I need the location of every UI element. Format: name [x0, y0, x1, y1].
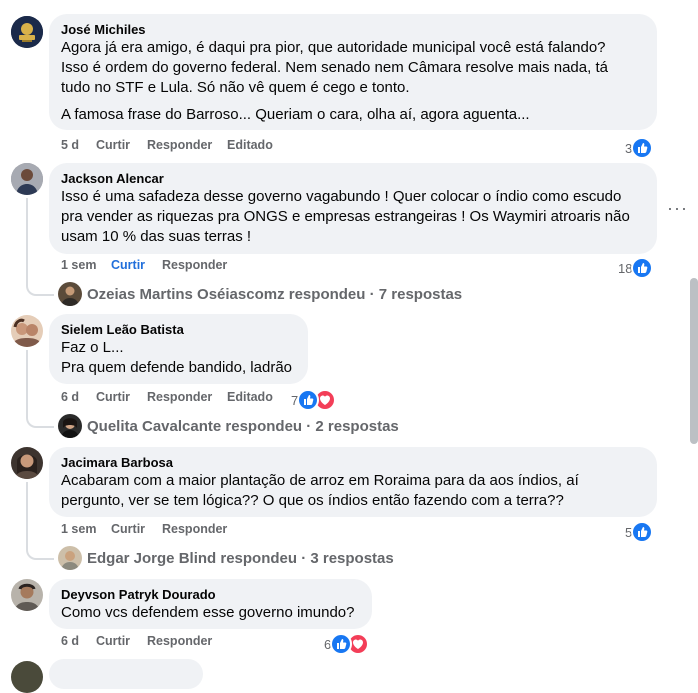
like-icon: [297, 389, 320, 411]
comment-bubble: Jacimara Barbosa Acabaram com a maior pl…: [49, 447, 657, 517]
comment-text: Agora já era amigo, é daqui pra pior, qu…: [61, 39, 606, 56]
comment-bubble: José Michiles Agora já era amigo, é daqu…: [49, 14, 657, 130]
view-replies-link[interactable]: Ozeias Martins Oséiascomz respondeu · 7 …: [58, 282, 462, 306]
comment-bubble: Sielem Leão Batista Faz o L... Pra quem …: [49, 314, 308, 384]
replies-summary: Ozeias Martins Oséiascomz respondeu · 7 …: [87, 285, 463, 303]
comment-text: pergunto, ver se tem lógica?? O que os í…: [61, 492, 564, 509]
reply-avatar: [58, 282, 82, 306]
like-link[interactable]: Curtir: [111, 522, 145, 536]
reply-link[interactable]: Responder: [162, 258, 227, 272]
more-options-icon[interactable]: ···: [667, 198, 688, 219]
comment-time[interactable]: 6 d: [61, 634, 79, 648]
comment-text: Como vcs defendem esse governo imundo?: [61, 604, 355, 621]
avatar[interactable]: [11, 315, 43, 347]
reaction-count[interactable]: 7: [291, 389, 337, 411]
like-link[interactable]: Curtir: [96, 138, 130, 152]
like-icon: [631, 257, 654, 279]
like-link[interactable]: Curtir: [111, 258, 145, 272]
avatar[interactable]: [11, 16, 43, 48]
comment-time[interactable]: 1 sem: [61, 258, 96, 272]
reaction-count[interactable]: 5: [625, 521, 654, 543]
avatar[interactable]: [11, 661, 43, 693]
avatar[interactable]: [11, 579, 43, 611]
avatar[interactable]: [11, 163, 43, 195]
view-replies-link[interactable]: Quelita Cavalcante respondeu · 2 respost…: [58, 414, 399, 438]
comment-author[interactable]: Jacimara Barbosa: [61, 454, 173, 471]
thread-curve: [26, 270, 54, 296]
comment-author[interactable]: Jackson Alencar: [61, 170, 164, 187]
comment-text: tudo no STF e Lula. Só não vê quem é ceg…: [61, 79, 410, 96]
reply-avatar: [58, 414, 82, 438]
reaction-count[interactable]: 3: [625, 137, 654, 159]
reply-link[interactable]: Responder: [147, 390, 212, 404]
comment-text: Isso é ordem do governo federal. Nem sen…: [61, 59, 608, 76]
reply-avatar: [58, 546, 82, 570]
comment-time[interactable]: 6 d: [61, 390, 79, 404]
comment-bubble: [49, 659, 203, 689]
like-icon: [631, 521, 654, 543]
comment-bubble: Deyvson Patryk Dourado Como vcs defendem…: [49, 579, 372, 629]
avatar[interactable]: [11, 447, 43, 479]
comment-author[interactable]: Deyvson Patryk Dourado: [61, 586, 216, 603]
avatar-image: [11, 163, 43, 195]
edited-label: Editado: [227, 138, 273, 152]
like-link[interactable]: Curtir: [96, 390, 130, 404]
avatar-image: [11, 579, 43, 611]
like-icon: [631, 137, 654, 159]
comment-time[interactable]: 1 sem: [61, 522, 96, 536]
avatar-image: [11, 447, 43, 479]
reaction-count[interactable]: 6: [324, 633, 370, 655]
reply-link[interactable]: Responder: [162, 522, 227, 536]
view-replies-link[interactable]: Edgar Jorge Blind respondeu · 3 resposta…: [58, 546, 394, 570]
comment-author[interactable]: José Michiles: [61, 21, 146, 38]
comment-text: Pra quem defende bandido, ladrão: [61, 359, 293, 376]
comment-text: pra vender as riquezas pra ONGS e empres…: [61, 208, 630, 225]
reaction-number: 18: [618, 260, 633, 276]
reply-link[interactable]: Responder: [147, 634, 212, 648]
reaction-count[interactable]: 18: [618, 257, 654, 279]
like-icon: [330, 633, 353, 655]
comment-text: usam 10 % das suas terras !: [61, 228, 252, 245]
comment-bubble: Jackson Alencar Isso é uma safadeza dess…: [49, 163, 657, 254]
edited-label: Editado: [227, 390, 273, 404]
scrollbar[interactable]: [690, 278, 698, 444]
comment-time[interactable]: 5 d: [61, 138, 79, 152]
avatar-image: [11, 16, 43, 48]
comment-text: Acabaram com a maior plantação de arroz …: [61, 472, 579, 489]
like-link[interactable]: Curtir: [96, 634, 130, 648]
replies-summary: Edgar Jorge Blind respondeu · 3 resposta…: [87, 549, 394, 567]
thread-curve: [26, 402, 54, 428]
replies-summary: Quelita Cavalcante respondeu · 2 respost…: [87, 417, 399, 435]
thread-curve: [26, 534, 54, 560]
comment-text: A famosa frase do Barroso... Queriam o c…: [61, 106, 530, 123]
comment-text: Isso é uma safadeza desse governo vagabu…: [61, 188, 622, 205]
comment-text: Faz o L...: [61, 339, 124, 356]
comment-author[interactable]: Sielem Leão Batista: [61, 321, 184, 338]
reply-link[interactable]: Responder: [147, 138, 212, 152]
avatar-image: [11, 315, 43, 347]
